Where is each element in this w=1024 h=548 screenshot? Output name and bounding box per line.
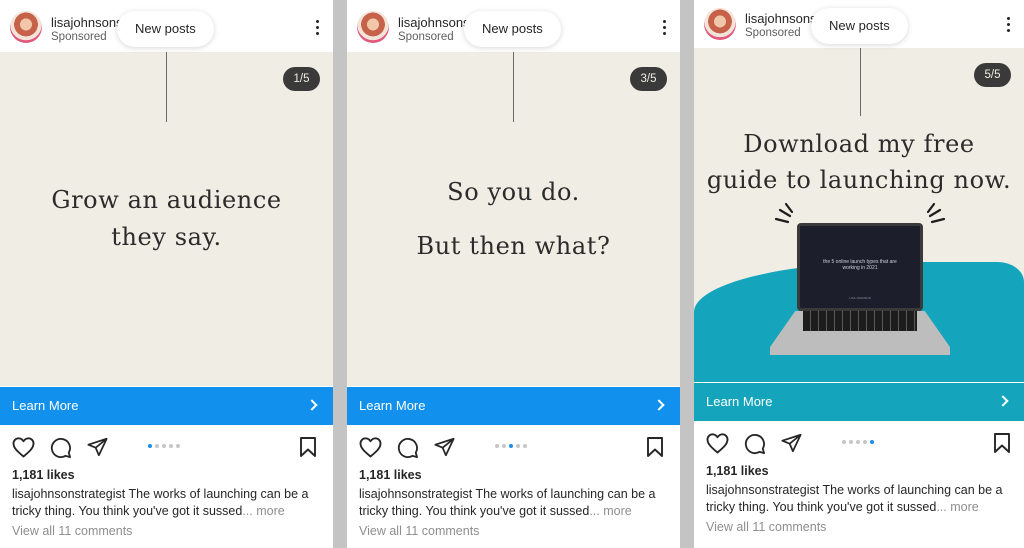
slide-counter: 3/5: [630, 67, 667, 91]
view-comments-link[interactable]: View all 11 comments: [12, 524, 132, 538]
learn-more-label: Learn More: [706, 394, 773, 409]
heart-icon[interactable]: [705, 432, 730, 454]
caption: lisajohnsonstrategist The works of launc…: [359, 486, 671, 520]
action-bar: [347, 431, 680, 461]
carousel-indicator: [148, 444, 183, 449]
share-icon[interactable]: [433, 436, 456, 458]
new-posts-button[interactable]: New posts: [464, 11, 561, 47]
new-posts-button[interactable]: New posts: [811, 8, 908, 44]
action-bar: [694, 427, 1024, 457]
likes-count[interactable]: 1,181 likes: [706, 464, 769, 478]
post-media[interactable]: 3/5 So you do. But then what?: [347, 52, 680, 386]
heart-icon[interactable]: [11, 436, 36, 458]
learn-more-label: Learn More: [359, 398, 426, 413]
slide-text-line-2: guide to launching now.: [706, 166, 1012, 194]
chevron-right-icon: [653, 399, 665, 411]
slide-counter: 1/5: [283, 67, 320, 91]
post-media[interactable]: 1/5 Grow an audience they say.: [0, 52, 333, 386]
avatar[interactable]: [357, 11, 389, 43]
caption-more-link[interactable]: ... more: [589, 504, 631, 518]
avatar[interactable]: [704, 8, 736, 40]
divider-line: [166, 52, 167, 122]
learn-more-button[interactable]: Learn More: [0, 387, 333, 425]
sponsored-label: Sponsored: [745, 27, 801, 39]
divider-line: [860, 48, 861, 116]
comment-icon[interactable]: [49, 436, 72, 459]
new-posts-button[interactable]: New posts: [117, 11, 214, 47]
avatar[interactable]: [10, 11, 42, 43]
slide-text-line-2: they say.: [111, 223, 222, 251]
slide-text-line-1: So you do.: [447, 178, 580, 206]
laptop-screen-brand: LISA JOHNSON: [849, 296, 871, 300]
view-comments-link[interactable]: View all 11 comments: [359, 524, 479, 538]
sponsored-label: Sponsored: [51, 31, 107, 43]
more-options-icon[interactable]: [1006, 17, 1010, 33]
sponsored-label: Sponsored: [398, 31, 454, 43]
slide-counter: 5/5: [974, 63, 1011, 87]
caption-username[interactable]: lisajohnsonstrategist: [706, 483, 819, 497]
view-comments-link[interactable]: View all 11 comments: [706, 520, 826, 534]
caption: lisajohnsonstrategist The works of launc…: [12, 486, 324, 520]
carousel-indicator: [495, 444, 530, 449]
chevron-right-icon: [997, 395, 1009, 407]
share-icon[interactable]: [780, 432, 803, 454]
caption-more-link[interactable]: ... more: [242, 504, 284, 518]
post-panel-1: lisajohnsonstrategist Sponsored New post…: [0, 0, 333, 548]
caption-more-link[interactable]: ... more: [936, 500, 978, 514]
action-bar: [0, 431, 333, 461]
divider-line: [513, 52, 514, 122]
slide-text-line-1: Grow an audience: [51, 186, 282, 214]
laptop-screen-text: the 5 online launch types that are worki…: [823, 259, 897, 271]
chevron-right-icon: [306, 399, 318, 411]
post-panel-2: lisajohnsonstrategist Sponsored New post…: [347, 0, 680, 548]
bookmark-icon[interactable]: [645, 436, 665, 458]
more-options-icon[interactable]: [315, 20, 319, 36]
caption: lisajohnsonstrategist The works of launc…: [706, 482, 1018, 516]
learn-more-button[interactable]: Learn More: [347, 387, 680, 425]
slide-text-line-2: But then what?: [416, 232, 611, 260]
laptop-keyboard: [803, 311, 917, 331]
caption-username[interactable]: lisajohnsonstrategist: [12, 487, 125, 501]
share-icon[interactable]: [86, 436, 109, 458]
likes-count[interactable]: 1,181 likes: [12, 468, 75, 482]
comment-icon[interactable]: [743, 432, 766, 455]
post-media[interactable]: 5/5 Download my free guide to launching …: [694, 48, 1024, 382]
heart-icon[interactable]: [358, 436, 383, 458]
learn-more-button[interactable]: Learn More: [694, 383, 1024, 421]
likes-count[interactable]: 1,181 likes: [359, 468, 422, 482]
carousel-indicator: [842, 440, 877, 445]
slide-text-line-1: Download my free: [743, 130, 975, 158]
laptop-screen: the 5 online launch types that are worki…: [797, 223, 923, 311]
caption-username[interactable]: lisajohnsonstrategist: [359, 487, 472, 501]
comment-icon[interactable]: [396, 436, 419, 459]
more-options-icon[interactable]: [662, 20, 666, 36]
bookmark-icon[interactable]: [298, 436, 318, 458]
learn-more-label: Learn More: [12, 398, 79, 413]
post-panel-3: lisajohnsonstrategist Sponsored New post…: [694, 0, 1024, 548]
bookmark-icon[interactable]: [992, 432, 1012, 454]
